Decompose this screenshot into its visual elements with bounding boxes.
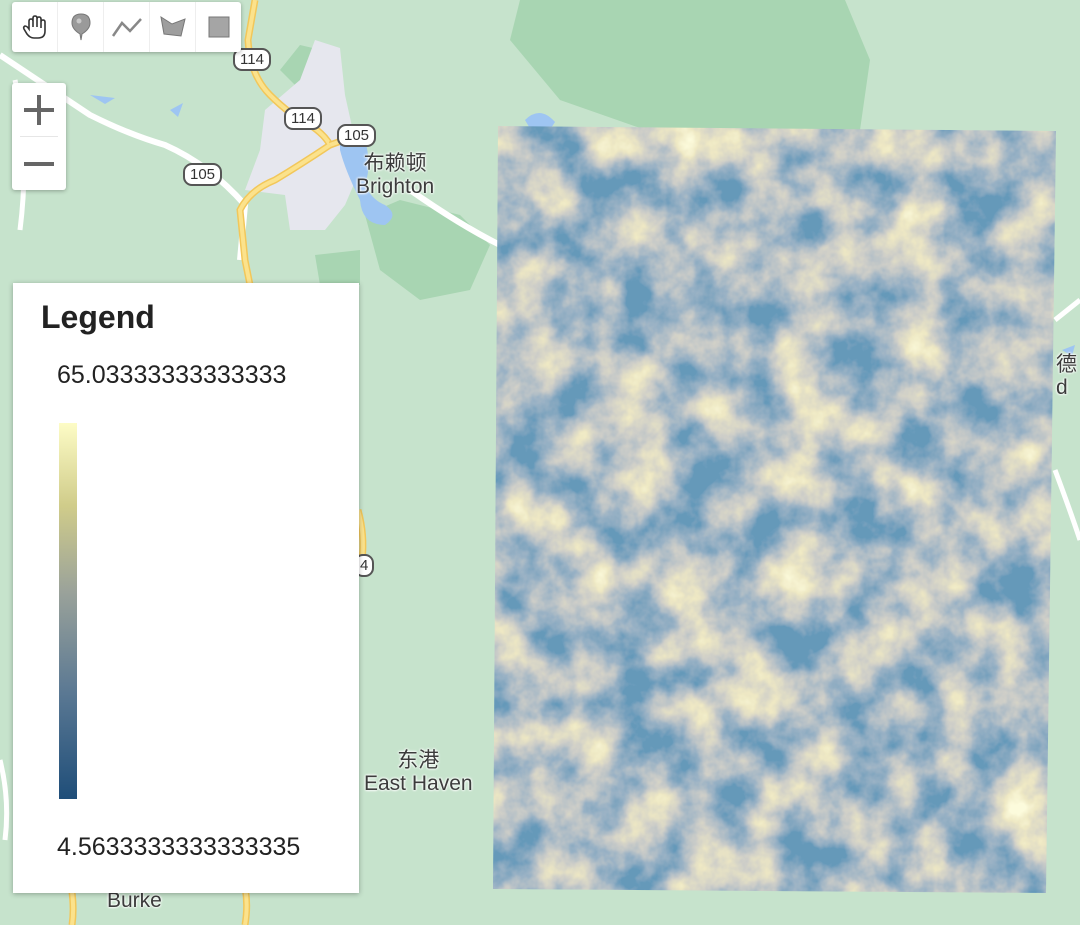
legend-min-value: 4.5633333333333335	[57, 833, 301, 861]
place-label-east-haven: 东港 East Haven	[364, 749, 473, 795]
line-tool-icon[interactable]	[104, 2, 150, 52]
legend-max-value: 65.03333333333333	[57, 361, 287, 389]
route-shield: 105	[337, 124, 377, 147]
place-label-edge: 德 d	[1056, 353, 1077, 399]
raster-image	[493, 126, 1056, 893]
legend-title: Legend	[41, 299, 155, 335]
route-shield: 114	[284, 107, 322, 130]
zoom-control	[12, 83, 66, 190]
map-view[interactable]: 114 114 105 105 4 布赖顿 Brighton 东港 East H…	[0, 0, 1080, 925]
zoom-in-button[interactable]	[12, 83, 66, 136]
zoom-out-button[interactable]	[12, 137, 66, 190]
rectangle-tool-icon[interactable]	[196, 2, 241, 52]
route-shield: 105	[183, 163, 223, 186]
legend-color-bar	[59, 423, 77, 799]
drawing-toolbar	[12, 2, 241, 52]
plus-icon	[24, 94, 54, 125]
marker-tool-icon[interactable]	[58, 2, 104, 52]
place-label-brighton: 布赖顿 Brighton	[356, 152, 435, 198]
minus-icon	[24, 161, 54, 166]
hand-tool-icon[interactable]	[12, 2, 58, 52]
polygon-tool-icon[interactable]	[150, 2, 196, 52]
legend-panel: Legend 65.03333333333333 4.5633333333333…	[13, 283, 359, 893]
